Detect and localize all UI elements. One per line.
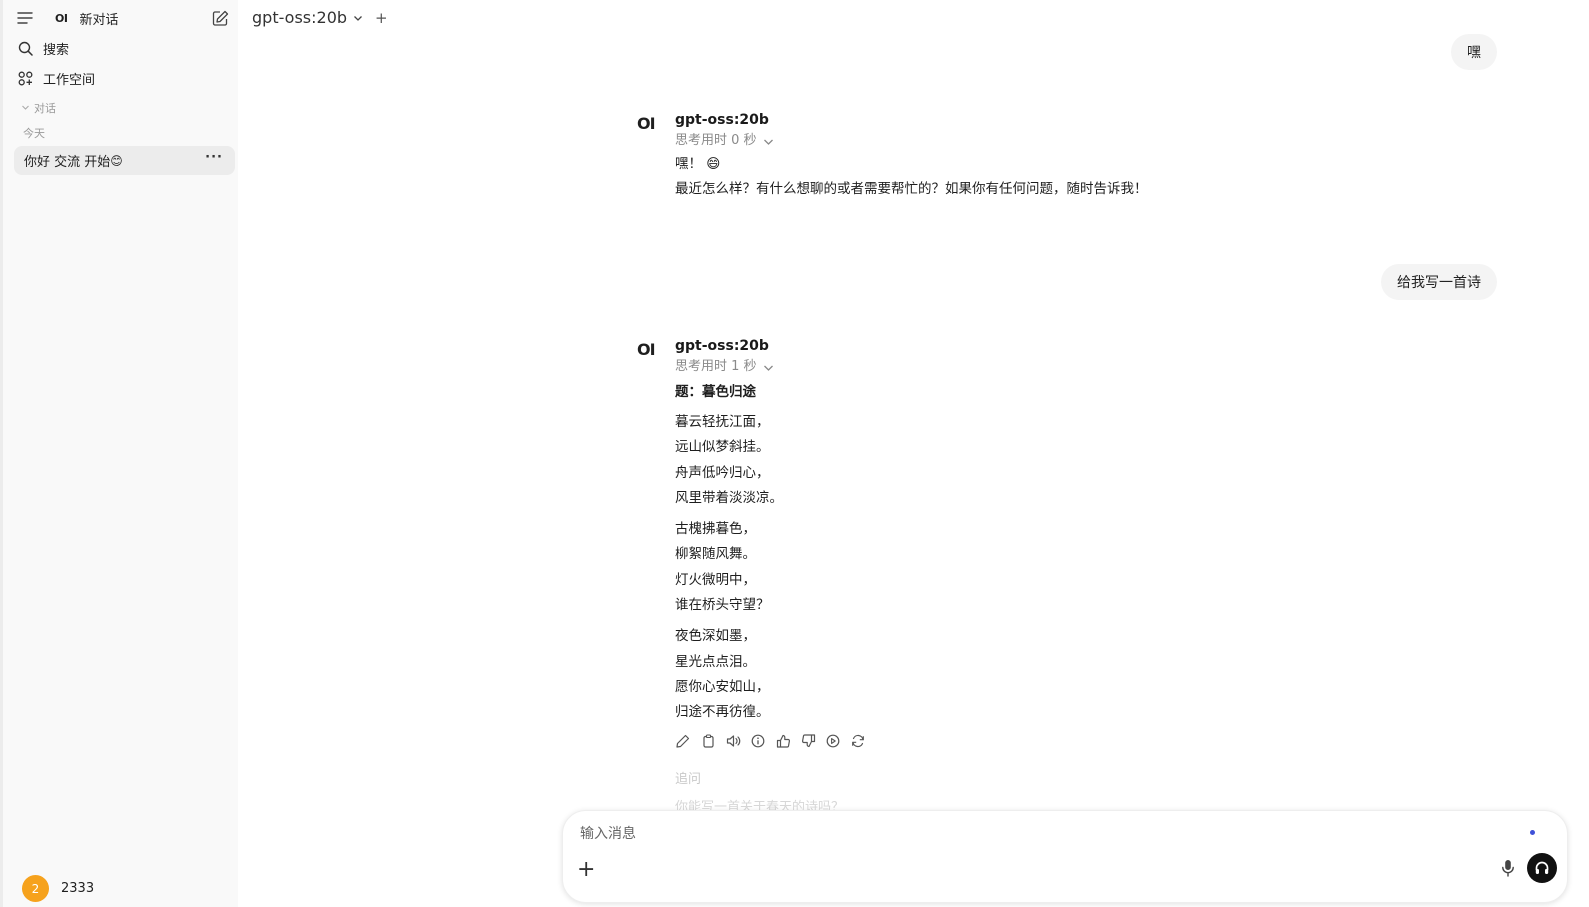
poem-stanza: 古槐拂暮色， 柳絮随风舞。 灯火微明中， 谁在桥头守望？ [675,517,1437,618]
app-logo: OI [55,11,68,25]
assistant-model-name: gpt-oss:20b [675,112,769,128]
poem-stanza: 夜色深如墨， 星光点点泪。 愿你心安如山， 归途不再彷徨。 [675,624,1437,725]
conversations-section-toggle[interactable]: 对话 [21,100,56,116]
info-icon[interactable] [750,733,766,749]
thinking-label: 思考用时 0 秒 [675,133,757,148]
grid-icon [17,70,33,86]
thumbs-up-icon[interactable] [775,733,791,749]
new-chat-button[interactable]: 新对话 [79,9,118,28]
model-name: gpt-oss:20b [252,8,348,27]
thumbs-down-icon[interactable] [800,733,816,749]
poem-line: 远山似梦斜挂。 [675,439,770,456]
sidebar-item-workspace[interactable]: 工作空间 [17,66,95,90]
followup-label: 追问 [675,772,702,787]
poem-line: 暮云轻抚江面， [675,414,770,430]
poem-line: 夜色深如墨， [675,628,756,645]
emoji: 😄 [706,156,721,172]
user-message: 给我写一首诗 [1381,264,1497,300]
pencil-icon[interactable] [675,733,691,749]
message-text: 嘿！ 😄 [675,156,721,172]
assistant-avatar: OI [637,114,656,133]
more-options-button[interactable]: ··· [205,150,223,165]
sidebar-item-label: 搜索 [43,42,70,58]
chat-item[interactable]: 你好 交流 开始 😊 ··· [14,146,235,175]
message-text: 最近怎么样？有什么想聊的或者需要帮忙的？如果你有任何问题，随时告诉我！ [675,181,1148,197]
mic-icon[interactable] [1501,859,1515,881]
clipboard-icon[interactable] [700,733,716,749]
message-input[interactable]: 输入消息 [580,823,636,843]
poem-line: 古槐拂暮色， [675,521,756,538]
poem-line: 谁在桥头守望？ [675,597,770,614]
speaker-icon[interactable] [725,733,741,749]
chevron-down-icon [21,102,30,115]
poem-line: 愿你心安如山， [675,678,770,695]
user-message: 嘿 [1451,34,1497,70]
chevron-down-icon [353,8,363,27]
emoji: 😊 [110,153,123,168]
user-name: 2333 [61,881,95,896]
play-icon[interactable] [825,733,841,749]
message-composer: 输入消息 + [562,810,1568,903]
sidebar: OI 新对话 搜索 工作空间 对话 今天 你好 交流 开始 😊 ··· 2 23… [0,0,238,907]
thinking-toggle[interactable]: 思考用时 1 秒 [675,356,1437,378]
poem-line: 风里带着淡淡凉。 [675,489,783,506]
thinking-label: 思考用时 1 秒 [675,359,757,374]
model-selector[interactable]: gpt-oss:20b + [252,8,388,27]
user-menu[interactable]: 2 2333 [22,875,94,902]
chevron-down-icon [763,365,773,371]
assistant-message: OI gpt-oss:20b 思考用时 1 秒 题：暮色归途 暮云轻抚江面， 远… [637,336,1437,752]
assistant-message: OI gpt-oss:20b 思考用时 0 秒 嘿！ 😄 最近怎么样？有什么想聊… [637,110,1437,202]
edit-icon[interactable] [212,10,229,27]
sidebar-header: OI 新对话 [17,6,229,30]
add-model-button[interactable]: + [375,9,388,27]
poem-line: 舟声低吟归心， [675,464,770,481]
assistant-model-name: gpt-oss:20b [675,338,769,354]
attach-button[interactable]: + [577,857,595,882]
chat-item-title: 你好 交流 开始 [24,155,111,170]
chevron-down-icon [763,139,773,145]
poem-stanza: 暮云轻抚江面， 远山似梦斜挂。 舟声低吟归心， 风里带着淡淡凉。 [675,410,1437,511]
refresh-icon[interactable] [850,733,866,749]
sidebar-item-search[interactable]: 搜索 [17,36,69,60]
assistant-avatar: OI [637,340,656,359]
poem-line: 归途不再彷徨。 [675,704,770,721]
message-actions [675,730,1437,752]
thinking-toggle[interactable]: 思考用时 0 秒 [675,130,1437,152]
avatar: 2 [22,875,49,902]
search-icon [17,40,33,56]
date-group-label: 今天 [23,127,45,140]
poem-line: 柳絮随风舞。 [675,546,756,563]
headphones-icon[interactable] [1527,853,1557,883]
menu-icon[interactable] [17,11,33,25]
section-label: 对话 [34,102,56,115]
sidebar-item-label: 工作空间 [43,72,96,88]
poem-line: 灯火微明中， [675,571,756,588]
poem-line: 星光点点泪。 [675,653,756,670]
poem-title: 题：暮色归途 [675,384,756,400]
status-dot [1530,830,1535,835]
